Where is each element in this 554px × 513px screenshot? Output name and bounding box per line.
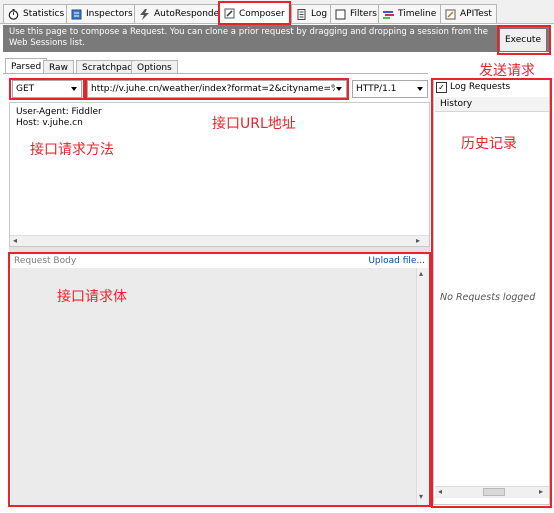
scroll-right-arrow-icon[interactable]: ▸ <box>416 236 420 245</box>
tab-label: Inspectors <box>86 9 133 19</box>
tab-label: AutoResponder <box>154 9 223 19</box>
method-highlight <box>9 78 85 100</box>
subtab-scratchpad[interactable]: Scratchpad <box>76 60 139 74</box>
annotation-method: 接口请求方法 <box>30 142 114 158</box>
stopwatch-icon <box>8 8 19 20</box>
annotation-body: 接口请求体 <box>57 289 127 305</box>
tab-apitest[interactable]: APITest <box>440 4 497 23</box>
annotation-url: 接口URL地址 <box>212 116 296 132</box>
filter-icon <box>335 9 346 20</box>
tab-inspectors[interactable]: Inspectors <box>66 4 138 23</box>
annotation-execute: 发送请求 <box>479 63 535 79</box>
tab-log[interactable]: Log <box>291 4 333 23</box>
execute-highlight <box>497 25 551 55</box>
info-banner: Use this page to compose a Request. You … <box>3 25 551 52</box>
http-version-select[interactable]: HTTP/1.1 <box>352 80 428 98</box>
scroll-left-arrow-icon[interactable]: ◂ <box>13 236 17 245</box>
tab-autoresponder[interactable]: AutoResponder <box>134 4 228 23</box>
tab-label: Filters <box>350 9 377 19</box>
lightning-icon <box>139 8 150 20</box>
tab-label: Timeline <box>398 9 437 19</box>
http-version-value: HTTP/1.1 <box>356 84 397 94</box>
headers-horizontal-scrollbar[interactable]: ◂ ▸ <box>10 235 429 246</box>
tab-timeline[interactable]: Timeline <box>378 4 442 23</box>
chevron-down-icon <box>417 87 423 91</box>
composer-tab-highlight <box>218 1 291 25</box>
subtab-raw[interactable]: Raw <box>43 60 74 74</box>
url-highlight <box>85 78 349 100</box>
timeline-icon <box>383 9 394 20</box>
subtab-options[interactable]: Options <box>131 60 178 74</box>
subtab-parsed[interactable]: Parsed <box>5 58 48 74</box>
log-icon <box>296 8 307 20</box>
inspectors-icon <box>71 9 82 20</box>
tab-filters[interactable]: Filters <box>330 4 382 23</box>
tab-label: APITest <box>460 9 492 19</box>
tab-statistics[interactable]: Statistics <box>3 4 70 23</box>
tab-label: Log <box>311 9 328 19</box>
annotation-history: 历史记录 <box>461 136 517 152</box>
subtab-divider <box>3 73 428 74</box>
tab-label: Statistics <box>23 9 65 19</box>
api-test-icon <box>445 9 456 20</box>
